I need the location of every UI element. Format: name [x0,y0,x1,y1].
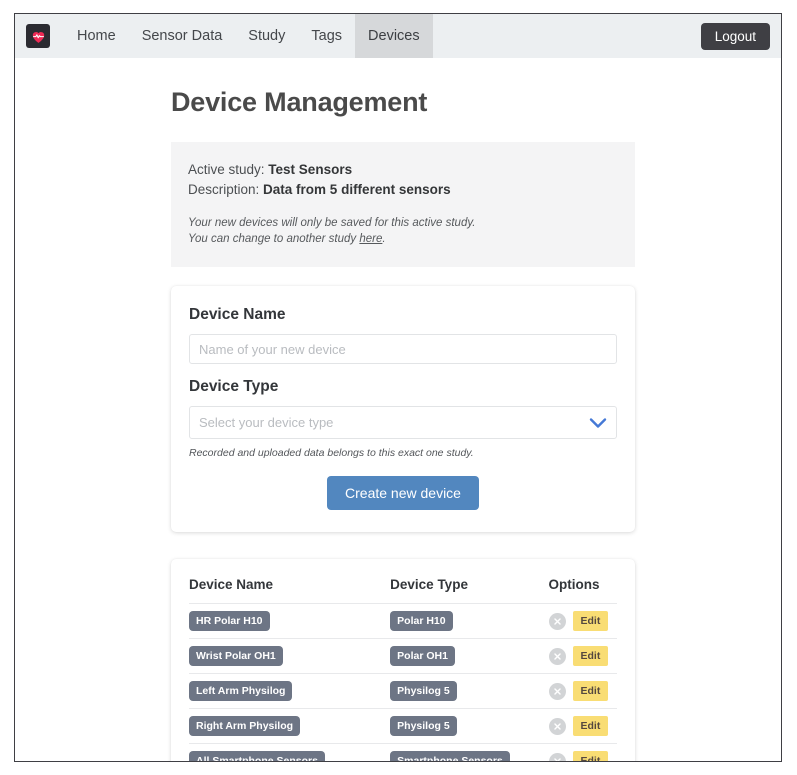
device-type-label: Device Type [189,378,617,396]
device-name-badge: HR Polar H10 [189,611,270,631]
device-type-placeholder: Select your device type [199,415,333,430]
edit-button[interactable]: Edit [573,681,609,701]
cell-options: Edit [549,744,617,762]
active-study-value: Test Sensors [268,162,352,177]
row-options: Edit [549,751,617,761]
device-name-badge: Left Arm Physilog [189,681,292,701]
device-type-badge: Polar H10 [390,611,452,631]
content-column: Device Management Active study: Test Sen… [171,87,635,761]
device-name-label: Device Name [189,306,617,324]
header-options: Options [549,577,617,604]
device-name-badge: Wrist Polar OH1 [189,646,283,666]
top-navbar: Home Sensor Data Study Tags Devices Logo… [15,14,781,58]
browser-page-frame: Home Sensor Data Study Tags Devices Logo… [14,13,782,762]
close-circle-icon[interactable] [549,648,566,665]
study-note: Your new devices will only be saved for … [188,215,618,247]
device-type-select[interactable]: Select your device type [189,406,617,439]
device-type-badge: Physilog 5 [390,716,457,736]
table-row: Left Arm Physilog Physilog 5 Edit [189,674,617,709]
change-study-link[interactable]: here [359,233,382,245]
close-circle-icon[interactable] [549,718,566,735]
edit-button[interactable]: Edit [573,646,609,666]
row-options: Edit [549,716,617,736]
cell-options: Edit [549,709,617,744]
cell-device-name: Right Arm Physilog [189,709,390,744]
study-note-line-1: Your new devices will only be saved for … [188,215,618,231]
active-study-line: Active study: Test Sensors [188,160,618,180]
nav-item-tags[interactable]: Tags [298,14,355,58]
edit-button[interactable]: Edit [573,611,609,631]
page-title: Device Management [171,87,635,118]
study-note-suffix: . [382,233,385,245]
cell-device-type: Smartphone Sensors [390,744,548,762]
close-circle-icon[interactable] [549,683,566,700]
device-name-badge: All Smartphone Sensors [189,751,325,761]
header-device-type: Device Type [390,577,548,604]
device-type-select-wrapper: Select your device type [189,406,617,439]
page-content: Device Management Active study: Test Sen… [15,58,781,761]
table-row: All Smartphone Sensors Smartphone Sensors… [189,744,617,762]
nav-item-home[interactable]: Home [64,14,129,58]
device-type-badge: Smartphone Sensors [390,751,510,761]
table-row: Wrist Polar OH1 Polar OH1 Edit [189,639,617,674]
study-note-line-2: You can change to another study here. [188,231,618,247]
cell-device-name: All Smartphone Sensors [189,744,390,762]
cell-device-name: HR Polar H10 [189,604,390,639]
form-helper-note: Recorded and uploaded data belongs to th… [189,447,617,459]
nav-item-study[interactable]: Study [235,14,298,58]
table-row: Right Arm Physilog Physilog 5 Edit [189,709,617,744]
study-note-prefix: You can change to another study [188,233,359,245]
cell-device-type: Physilog 5 [390,709,548,744]
edit-button[interactable]: Edit [573,716,609,736]
devices-table: Device Name Device Type Options HR Polar… [189,577,617,761]
study-description-line: Description: Data from 5 different senso… [188,180,618,200]
logout-button[interactable]: Logout [701,23,770,50]
cell-options: Edit [549,639,617,674]
cell-options: Edit [549,674,617,709]
study-description-label: Description: [188,182,259,197]
header-device-name: Device Name [189,577,390,604]
cell-device-type: Polar H10 [390,604,548,639]
cell-device-type: Polar OH1 [390,639,548,674]
row-options: Edit [549,646,617,666]
cell-device-name: Left Arm Physilog [189,674,390,709]
device-type-badge: Polar OH1 [390,646,455,666]
row-options: Edit [549,611,617,631]
close-circle-icon[interactable] [549,753,566,762]
nav-item-sensor-data[interactable]: Sensor Data [129,14,236,58]
devices-table-head: Device Name Device Type Options [189,577,617,604]
heart-pulse-logo-icon [26,24,50,48]
brand-link[interactable] [15,14,56,58]
nav-item-list: Home Sensor Data Study Tags Devices [64,14,433,58]
close-circle-icon[interactable] [549,613,566,630]
devices-table-body: HR Polar H10Polar H10EditWrist Polar OH1… [189,604,617,762]
table-header-row: Device Name Device Type Options [189,577,617,604]
nav-item-devices[interactable]: Devices [355,14,433,58]
row-options: Edit [549,681,617,701]
study-description-value: Data from 5 different sensors [263,182,451,197]
cell-device-type: Physilog 5 [390,674,548,709]
active-study-panel: Active study: Test Sensors Description: … [171,142,635,267]
new-device-form-card: Device Name Device Type Select your devi… [171,286,635,532]
edit-button[interactable]: Edit [573,751,609,761]
device-name-input[interactable] [189,334,617,364]
create-new-device-button[interactable]: Create new device [327,476,479,510]
table-row: HR Polar H10 Polar H10 Edit [189,604,617,639]
devices-table-card: Device Name Device Type Options HR Polar… [171,559,635,761]
device-type-badge: Physilog 5 [390,681,457,701]
create-button-row: Create new device [189,476,617,510]
active-study-label: Active study: [188,162,265,177]
device-name-badge: Right Arm Physilog [189,716,300,736]
cell-options: Edit [549,604,617,639]
cell-device-name: Wrist Polar OH1 [189,639,390,674]
